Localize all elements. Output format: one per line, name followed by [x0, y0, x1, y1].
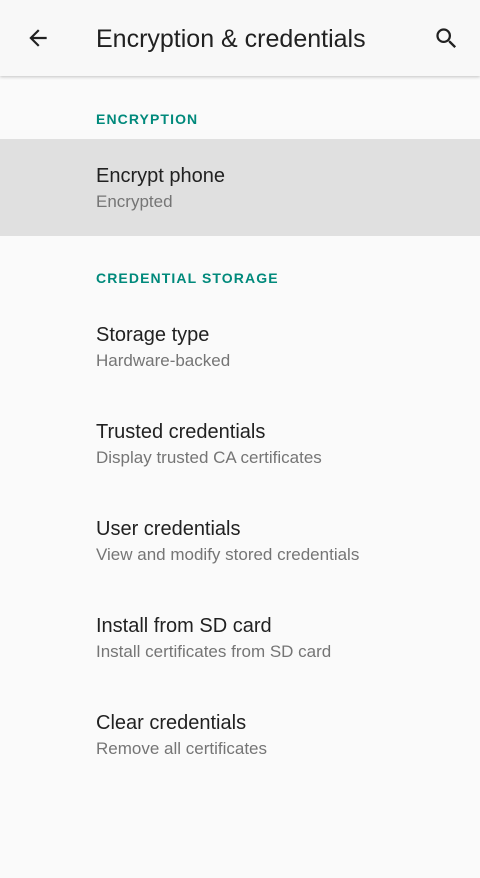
search-icon	[435, 27, 456, 48]
search-button[interactable]	[422, 14, 470, 62]
arrow-back-icon	[29, 29, 47, 47]
pref-summary: Remove all certificates	[96, 739, 268, 758]
pref-title: Clear credentials	[96, 712, 247, 734]
pref-install-from-sd-card[interactable]: Install from SD card Install certificate…	[0, 589, 480, 686]
pref-summary: View and modify stored credentials	[96, 545, 360, 564]
pref-trusted-credentials[interactable]: Trusted credentials Display trusted CA c…	[0, 395, 480, 492]
section-header-encryption: ENCRYPTION	[96, 111, 199, 127]
section-header-credential-storage: CREDENTIAL STORAGE	[96, 270, 279, 286]
back-button[interactable]	[14, 14, 62, 62]
page-title: Encryption & credentials	[96, 25, 366, 53]
pref-summary: Install certificates from SD card	[96, 642, 332, 661]
pref-summary: Hardware-backed	[96, 351, 231, 370]
pref-summary: Display trusted CA certificates	[96, 448, 322, 467]
pref-title: Storage type	[96, 324, 210, 346]
pref-storage-type[interactable]: Storage type Hardware-backed	[0, 298, 480, 395]
pref-encrypt-phone[interactable]: Encrypt phone Encrypted	[0, 139, 480, 236]
pref-summary: Encrypted	[96, 192, 173, 211]
app-bar: Encryption & credentials	[0, 0, 480, 76]
pref-title: Trusted credentials	[96, 421, 266, 443]
pref-clear-credentials[interactable]: Clear credentials Remove all certificate…	[0, 686, 480, 783]
pref-user-credentials[interactable]: User credentials View and modify stored …	[0, 492, 480, 589]
pref-title: Encrypt phone	[96, 165, 225, 187]
settings-screen: Encryption & credentials ENCRYPTION Encr…	[0, 0, 480, 878]
pref-title: Install from SD card	[96, 615, 272, 637]
pref-title: User credentials	[96, 518, 241, 540]
